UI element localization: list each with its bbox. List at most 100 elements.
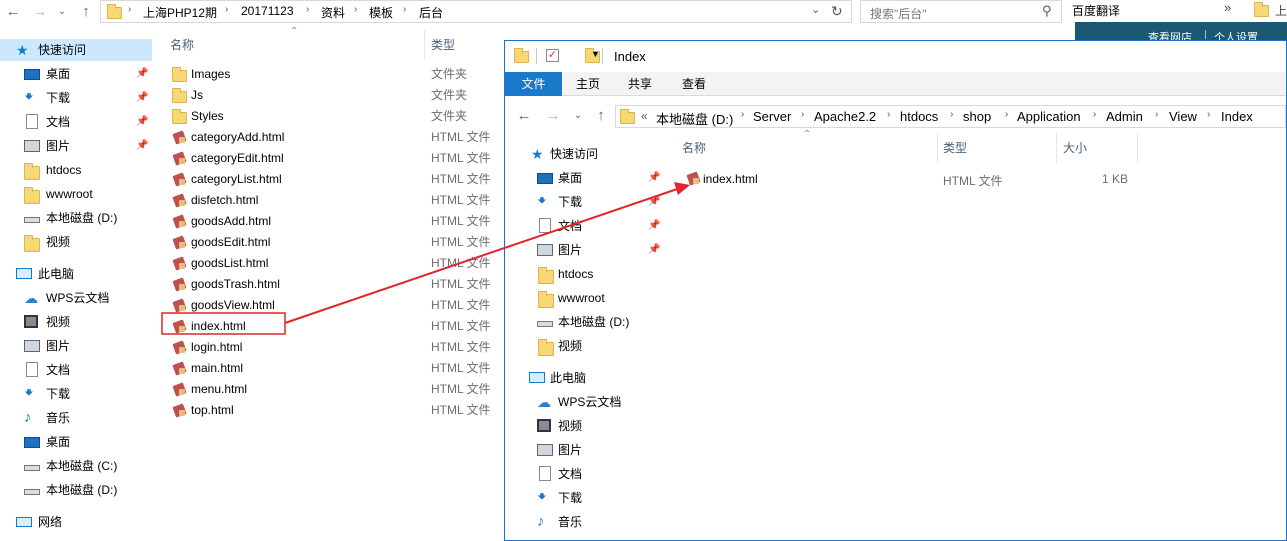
nav-item-wwwroot[interactable]: wwwroot (505, 287, 665, 309)
nav-item-downloads[interactable]: 🠻 下载 📌 (505, 191, 665, 213)
forward-icon[interactable]: → (30, 2, 50, 22)
nav-item-drive-d[interactable]: 本地磁盘 (D:) (505, 311, 665, 333)
nav-item-documents[interactable]: 文档 📌 (505, 215, 665, 237)
nav-item-pictures[interactable]: 图片 📌 (505, 239, 665, 261)
nav-item-desktop-pc[interactable]: 桌面 (0, 431, 152, 453)
nav-item-music[interactable]: ♪ 音乐 (505, 511, 665, 533)
file-row[interactable]: main.html HTML 文件 (168, 358, 498, 379)
nav-item-pictures-pc[interactable]: 图片 (0, 335, 152, 357)
nav-network[interactable]: 网络 (0, 511, 152, 533)
up-icon[interactable]: ↑ (591, 106, 611, 126)
nav-item-wps-cloud[interactable]: ☁ WPS云文档 (0, 287, 152, 309)
nav-this-pc[interactable]: 此电脑 (505, 367, 665, 389)
breadcrumb-item[interactable]: shop (963, 109, 991, 124)
forward-icon[interactable]: → (543, 106, 563, 126)
refresh-icon[interactable]: ↻ (831, 3, 843, 20)
nav-this-pc[interactable]: 此电脑 (0, 263, 152, 285)
breadcrumb-item[interactable]: 资料 (321, 4, 345, 21)
nav-item-videos[interactable]: 视频 (505, 335, 665, 357)
file-row[interactable]: goodsEdit.html HTML 文件 (168, 232, 498, 253)
file-row[interactable]: goodsView.html HTML 文件 (168, 295, 498, 316)
nav-item-wwwroot[interactable]: wwwroot (0, 183, 152, 205)
breadcrumb-item[interactable]: 模板 (369, 4, 393, 21)
chevron-down-icon[interactable]: ⌄ (811, 3, 820, 16)
search-input[interactable]: 搜索"后台" ⚲ (860, 0, 1062, 23)
search-icon[interactable]: ⚲ (1042, 3, 1052, 19)
file-row[interactable]: categoryAdd.html HTML 文件 (168, 127, 498, 148)
breadcrumb-item[interactable]: htdocs (900, 109, 938, 124)
nav-item-videos-pc[interactable]: 视频 (505, 415, 665, 437)
breadcrumb-item[interactable]: 20171123 (241, 4, 294, 18)
nav-item-drive-d[interactable]: 本地磁盘 (D:) (0, 207, 152, 229)
column-header-type[interactable]: 类型 (943, 137, 967, 159)
column-divider[interactable] (937, 133, 938, 163)
nav-item-desktop[interactable]: 桌面 📌 (505, 167, 665, 189)
column-header-size[interactable]: 大小 (1063, 137, 1087, 159)
file-row[interactable]: Styles 文件夹 (168, 106, 498, 127)
breadcrumb-item[interactable]: Apache2.2 (814, 109, 876, 124)
file-row[interactable]: index.html HTML 文件 (168, 316, 498, 337)
tab-share[interactable]: 共享 (614, 72, 666, 96)
column-divider[interactable] (424, 30, 425, 60)
breadcrumb-item[interactable]: View (1169, 109, 1197, 124)
tab-file[interactable]: 文件 (505, 72, 562, 96)
file-row[interactable]: disfetch.html HTML 文件 (168, 190, 498, 211)
breadcrumb-item[interactable]: 本地磁盘 (D:) (656, 109, 733, 128)
bookmark-folder-label[interactable]: 上 (1275, 2, 1287, 19)
breadcrumb-item[interactable]: Admin (1106, 109, 1143, 124)
nav-item-videos[interactable]: 视频 (0, 231, 152, 253)
nav-item-drive-c[interactable]: 本地磁盘 (C:) (0, 455, 152, 477)
file-row[interactable]: Images 文件夹 (168, 64, 498, 85)
file-row[interactable]: goodsTrash.html HTML 文件 (168, 274, 498, 295)
breadcrumb-item[interactable]: Index (1221, 109, 1253, 124)
column-divider[interactable] (1056, 133, 1057, 163)
properties-icon[interactable]: ✓ (546, 49, 559, 62)
file-row[interactable]: menu.html HTML 文件 (168, 379, 498, 400)
back-icon[interactable]: ← (3, 2, 23, 22)
translate-bookmark[interactable]: 百度翻译 (1072, 2, 1120, 19)
nav-item-downloads-pc[interactable]: 🠻 下载 (0, 383, 152, 405)
nav-item-music[interactable]: ♪ 音乐 (0, 407, 152, 429)
nav-item-downloads[interactable]: 🠻 下载 📌 (0, 87, 152, 109)
column-header-name[interactable]: 名称 (170, 34, 194, 56)
file-row[interactable]: categoryEdit.html HTML 文件 (168, 148, 498, 169)
file-row[interactable]: login.html HTML 文件 (168, 337, 498, 358)
file-row[interactable]: goodsAdd.html HTML 文件 (168, 211, 498, 232)
tab-view[interactable]: 查看 (666, 72, 722, 96)
nav-quick-access[interactable]: ★ 快速访问 (0, 39, 152, 61)
column-header-type[interactable]: 类型 (431, 34, 455, 56)
column-divider[interactable] (1137, 133, 1138, 163)
customize-toolbar-icon[interactable]: ▼ (591, 49, 600, 59)
recent-dropdown-icon[interactable]: ⌄ (52, 2, 72, 22)
address-bar[interactable]: › 上海PHP12期 › 20171123 › 资料 › 模板 › 后台 ⌄ ↻ (100, 0, 852, 23)
file-row-index[interactable]: index.html HTML 文件 1 KB (680, 168, 1140, 190)
address-bar[interactable]: « 本地磁盘 (D:) › Server › Apache2.2 › htdoc… (615, 105, 1286, 128)
file-row[interactable]: Js 文件夹 (168, 85, 498, 106)
breadcrumb-item[interactable]: Server (753, 109, 791, 124)
nav-item-desktop[interactable]: 桌面 📌 (0, 63, 152, 85)
nav-item-drive-d-pc[interactable]: 本地磁盘 (D:) (0, 479, 152, 501)
file-row[interactable]: top.html HTML 文件 (168, 400, 498, 421)
nav-item-documents-pc[interactable]: 文档 (0, 359, 152, 381)
nav-quick-access[interactable]: ★ 快速访问 (505, 143, 665, 165)
up-icon[interactable]: ↑ (76, 2, 96, 22)
back-icon[interactable]: ← (514, 106, 534, 126)
breadcrumb-item[interactable]: Application (1017, 109, 1081, 124)
nav-item-documents-pc[interactable]: 文档 (505, 463, 665, 485)
nav-item-htdocs[interactable]: htdocs (505, 263, 665, 285)
column-header-name[interactable]: 名称 (682, 137, 706, 159)
more-bookmarks-icon[interactable]: » (1224, 0, 1231, 15)
overflow-icon[interactable]: « (641, 109, 648, 123)
recent-dropdown-icon[interactable]: ⌄ (568, 106, 588, 126)
file-row[interactable]: goodsList.html HTML 文件 (168, 253, 498, 274)
breadcrumb-item[interactable]: 上海PHP12期 (143, 4, 217, 21)
nav-item-pictures[interactable]: 图片 📌 (0, 135, 152, 157)
nav-item-videos-pc[interactable]: 视频 (0, 311, 152, 333)
nav-item-downloads-pc[interactable]: 🠻 下载 (505, 487, 665, 509)
tab-home[interactable]: 主页 (562, 72, 614, 96)
nav-item-htdocs[interactable]: htdocs (0, 159, 152, 181)
file-row[interactable]: categoryList.html HTML 文件 (168, 169, 498, 190)
nav-item-wps-cloud[interactable]: ☁ WPS云文档 (505, 391, 665, 413)
breadcrumb-item[interactable]: 后台 (419, 4, 443, 21)
nav-item-pictures-pc[interactable]: 图片 (505, 439, 665, 461)
